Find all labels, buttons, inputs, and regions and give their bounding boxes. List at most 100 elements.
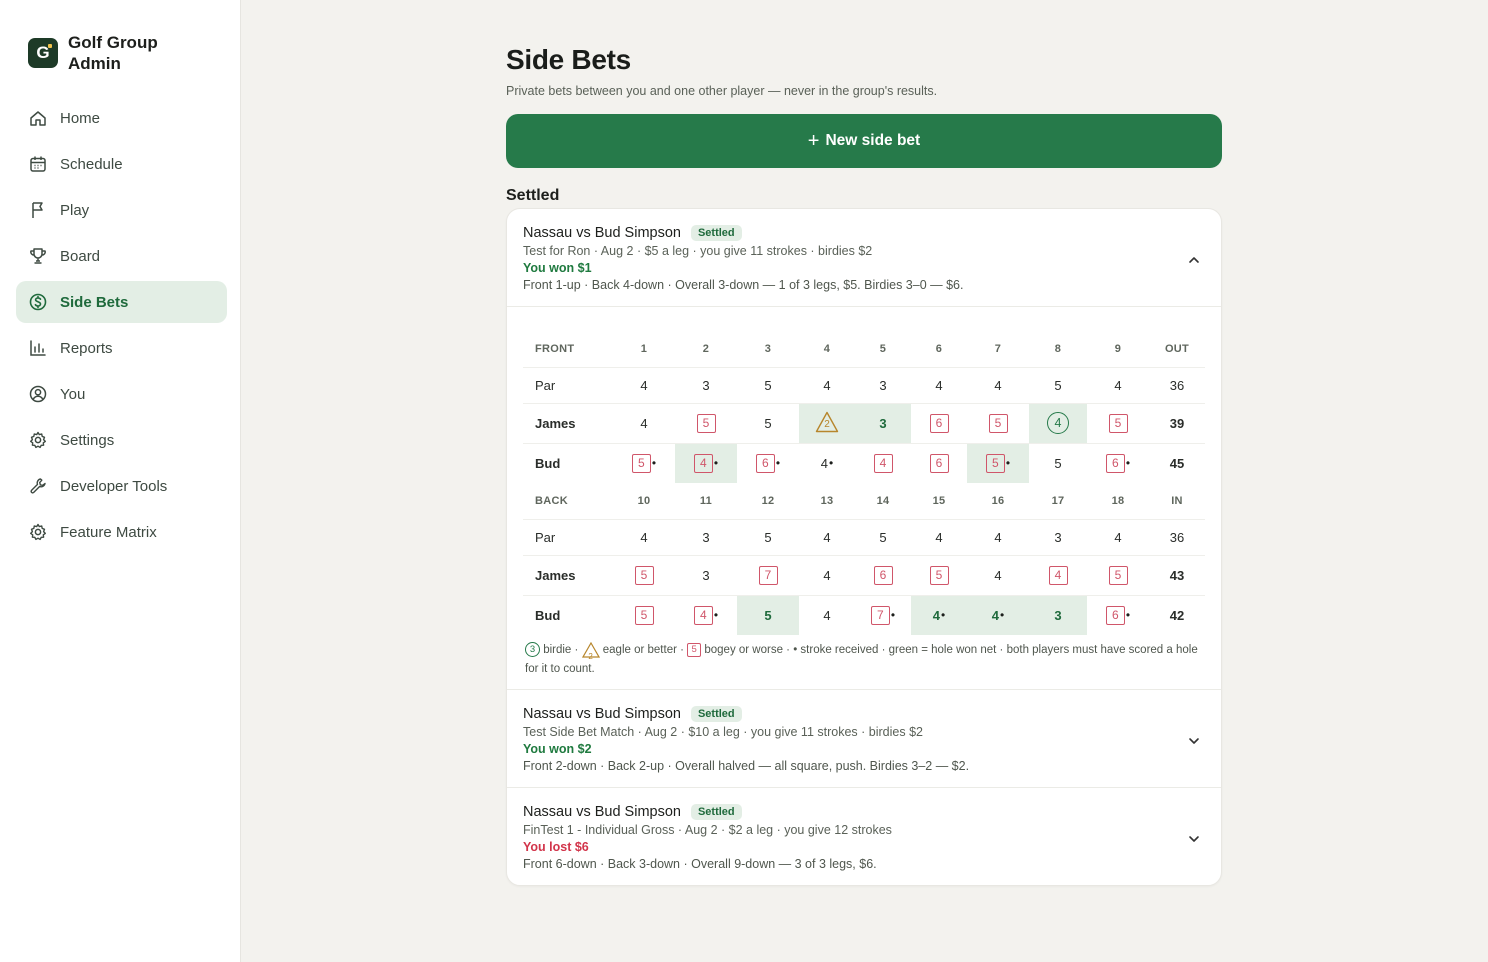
player-row: Bud 5 • 4 • 6 • 4 • 4 6 5 • 5 6 • 45 xyxy=(523,442,1205,483)
score: 4 • xyxy=(693,605,718,625)
score-cell: 4 • xyxy=(675,442,737,483)
bet-summary: Front 6-down · Back 3-down · Overall 9-d… xyxy=(523,857,877,871)
bogey-score: 4 xyxy=(693,453,713,473)
score-cell: 6 xyxy=(911,442,967,483)
stroke-dot-icon: • xyxy=(713,456,719,471)
par-value: 5 xyxy=(737,366,799,403)
new-side-bet-button[interactable]: + New side bet xyxy=(506,114,1222,168)
sidebar-item-home[interactable]: Home xyxy=(16,97,227,139)
sidebar-item-label: Developer Tools xyxy=(60,477,168,495)
bogey-score: 5 xyxy=(631,453,651,473)
score: 4 xyxy=(1047,412,1069,434)
bogey-score: 5 xyxy=(988,413,1008,433)
bet-item[interactable]: Nassau vs Bud Simpson Settled Test for R… xyxy=(507,209,1221,307)
score: 3 xyxy=(702,568,709,583)
sidebar-item-developer-tools[interactable]: Developer Tools xyxy=(16,465,227,507)
sidebar-item-settings[interactable]: Settings xyxy=(16,419,227,461)
brand-name: Golf Group Admin xyxy=(68,33,158,73)
player-total: 39 xyxy=(1149,402,1205,443)
hole-number: 1 xyxy=(640,342,648,355)
score: 5 xyxy=(988,413,1008,433)
net-win-score: 3 xyxy=(1054,607,1062,623)
stroke-dot-icon: • xyxy=(890,608,896,623)
bet-meta: Test for Ron · Aug 2 · $5 a leg · you gi… xyxy=(523,244,873,258)
sidebar-item-label: Feature Matrix xyxy=(60,523,157,541)
par-value: 5 xyxy=(1029,366,1087,403)
player-total: 45 xyxy=(1149,442,1205,483)
score-value: 4 xyxy=(994,567,1002,583)
chevron-down-icon[interactable] xyxy=(1187,734,1201,748)
sidebar-item-side-bets[interactable]: Side Bets xyxy=(16,281,227,323)
score-cell: 4 • xyxy=(911,594,967,635)
score: 4 xyxy=(994,568,1001,583)
score: 4 • xyxy=(693,453,719,473)
bet-item[interactable]: Nassau vs Bud Simpson Settled Test Side … xyxy=(507,690,1221,788)
score: 5 xyxy=(1054,456,1061,471)
score-cell: 5 xyxy=(1087,402,1149,443)
new-side-bet-label: New side bet xyxy=(825,132,921,149)
section-label: FRONT xyxy=(535,342,575,355)
birdie-score: 4 xyxy=(1047,412,1069,434)
score-value: 5 xyxy=(1054,455,1062,471)
net-win-score: 4 xyxy=(991,607,1000,623)
score-value: 3 xyxy=(702,567,710,583)
status-badge: Settled xyxy=(690,225,742,241)
eagle-legend-icon: 2 xyxy=(581,641,600,661)
par-value: 4 xyxy=(967,366,1029,403)
score-cell: 2 xyxy=(799,402,855,443)
score: 3 xyxy=(879,416,886,431)
bet-meta: FinTest 1 - Individual Gross · Aug 2 · $… xyxy=(523,823,892,837)
sidebar-item-label: Home xyxy=(60,109,101,127)
score: 5 xyxy=(764,416,771,431)
bet-item[interactable]: Nassau vs Bud Simpson Settled FinTest 1 … xyxy=(507,788,1221,885)
score: 5 xyxy=(1108,413,1128,433)
par-row: Par 4 3 5 4 5 4 4 3 4 36 xyxy=(523,518,1205,555)
chevron-up-icon[interactable] xyxy=(1187,253,1201,267)
bogey-score: 6 xyxy=(1105,453,1125,473)
score-cell: 4 xyxy=(967,554,1029,595)
sidebar-item-label: Settings xyxy=(60,431,115,449)
sidebar-item-reports[interactable]: Reports xyxy=(16,327,227,369)
trophy-icon xyxy=(30,248,46,264)
sidebar-item-feature-matrix[interactable]: Feature Matrix xyxy=(16,511,227,553)
settled-bets-card: Nassau vs Bud Simpson Settled Test for R… xyxy=(506,208,1222,886)
score-cell: 3 xyxy=(855,402,911,443)
score-cell: 4 xyxy=(1029,402,1087,443)
net-win-score: 4 xyxy=(932,607,941,623)
score-cell: 5 xyxy=(675,402,737,443)
bet-result: You won $1 xyxy=(523,261,592,275)
par-total: 36 xyxy=(1149,518,1205,555)
hole-number: 13 xyxy=(820,494,834,507)
score: 3 xyxy=(1054,608,1061,623)
bogey-score: 5 xyxy=(696,413,716,433)
bet-title: Nassau vs Bud Simpson xyxy=(523,225,681,241)
bogey-score: 7 xyxy=(758,565,778,585)
bogey-score: 7 xyxy=(870,605,890,625)
score-cell: 3 xyxy=(675,554,737,595)
brand[interactable]: G Golf Group Admin xyxy=(28,32,178,74)
hole-number: 12 xyxy=(761,494,775,507)
chevron-down-icon[interactable] xyxy=(1187,832,1201,846)
score-cell: 6 xyxy=(911,402,967,443)
bet-summary: Front 1-up · Back 4-down · Overall 3-dow… xyxy=(523,278,964,292)
hole-number: 7 xyxy=(994,342,1002,355)
player-total: 42 xyxy=(1149,594,1205,635)
hole-number: 9 xyxy=(1114,342,1122,355)
score-cell: 5 • xyxy=(613,442,675,483)
bogey-score: 6 xyxy=(929,413,949,433)
score: 5 • xyxy=(631,453,656,473)
score-cell: 5 xyxy=(911,554,967,595)
hole-number: 15 xyxy=(932,494,946,507)
bogey-score: 6 xyxy=(929,453,949,473)
player-row: Bud 5 4 • 5 4 7 • 4 • 4 • 3 6 • 42 xyxy=(523,594,1205,635)
sidebar-item-play[interactable]: Play xyxy=(16,189,227,231)
par-value: 3 xyxy=(675,366,737,403)
sidebar-item-schedule[interactable]: Schedule xyxy=(16,143,227,185)
sidebar-item-board[interactable]: Board xyxy=(16,235,227,277)
score-cell: 4 xyxy=(799,554,855,595)
sidebar-item-you[interactable]: You xyxy=(16,373,227,415)
hole-number: 8 xyxy=(1054,342,1062,355)
score-cell: 5 xyxy=(613,594,675,635)
score-cell: 4 • xyxy=(675,594,737,635)
bogey-score: 6 xyxy=(873,565,893,585)
